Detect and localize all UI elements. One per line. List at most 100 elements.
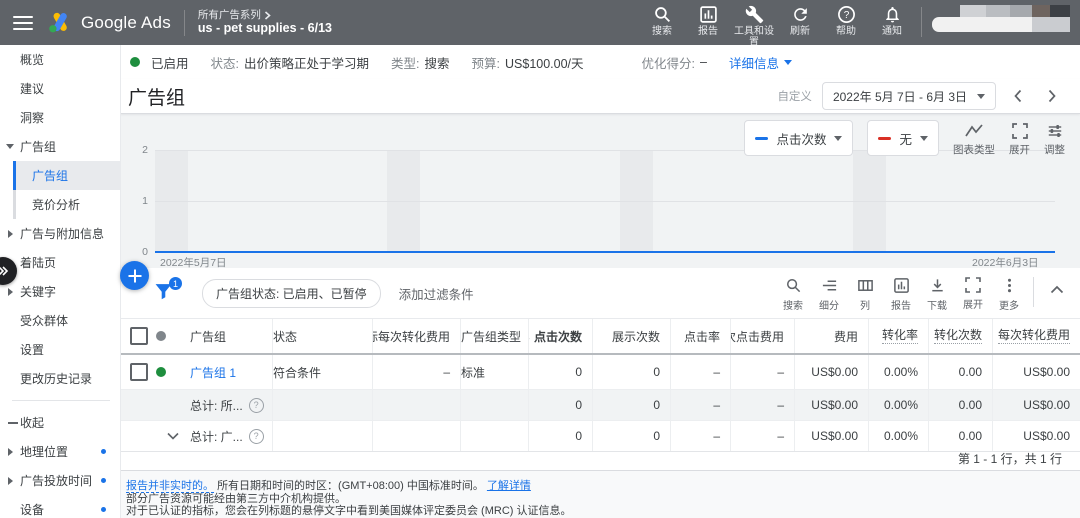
sidebar-item-label: 设备 — [20, 501, 44, 518]
sidebar-item-ad-groups[interactable]: 广告组 — [13, 161, 120, 190]
sidebar-item-recommendations[interactable]: 建议 — [0, 74, 120, 103]
header-cost[interactable]: 费用 — [794, 319, 868, 353]
table-row[interactable]: 广告组 1 符合条件 – 标准 0 0 – – US$0.00 0.00% 0.… — [120, 355, 1080, 390]
chart-expand-button[interactable]: 展开 — [1009, 120, 1030, 157]
details-link[interactable]: 详细信息 — [729, 53, 779, 72]
select-all-checkbox[interactable] — [130, 327, 148, 345]
expand-icon — [965, 277, 981, 293]
download-label: 下载 — [927, 297, 947, 312]
reports-icon — [699, 5, 718, 24]
chevron-down-icon[interactable] — [784, 60, 792, 65]
tools-settings-button[interactable]: 工具和设置 — [731, 5, 777, 46]
google-ads-logo[interactable]: Google Ads — [47, 11, 171, 34]
breadcrumb-current[interactable]: us - pet supplies - 6/13 — [198, 21, 332, 36]
sidebar-item-label: 设置 — [20, 341, 44, 358]
header-status[interactable]: 状态 — [272, 319, 372, 353]
sidebar-item-keywords[interactable]: 关键字 — [0, 277, 120, 306]
ad-group-link[interactable]: 广告组 1 — [190, 364, 236, 381]
sidebar-item-insights[interactable]: 洞察 — [0, 103, 120, 132]
header-cost-per-conv[interactable]: 每次转化费用 — [992, 319, 1080, 353]
sidebar-item-audiences[interactable]: 受众群体 — [0, 306, 120, 335]
sidebar-group-ad-groups[interactable]: 广告组 — [0, 132, 120, 161]
segment-icon — [821, 277, 838, 294]
chart-type-button[interactable]: 图表类型 — [953, 120, 995, 157]
help-circle-icon[interactable]: ? — [249, 429, 264, 444]
caret-down-icon — [834, 136, 842, 141]
footnote-line1: 报告并非实时的。 所有日期和时间的时区：(GMT+08:00) 中国标准时间。 … — [126, 480, 1080, 493]
header-ctr[interactable]: 点击率 — [670, 319, 730, 353]
next-period-button[interactable] — [1040, 84, 1064, 108]
columns-button[interactable]: 列 — [847, 275, 883, 312]
caret-down-icon — [977, 94, 985, 99]
breadcrumb[interactable]: 所有广告系列 us - pet supplies - 6/13 — [198, 9, 332, 37]
chart-adjust-button[interactable]: 调整 — [1044, 120, 1065, 157]
filter-count-badge: 1 — [169, 277, 182, 290]
sidebar-collapse-button[interactable]: 收起 — [0, 408, 120, 437]
cell-type: 标准 — [460, 355, 528, 389]
metric1-select[interactable]: 点击次数 — [744, 120, 853, 156]
more-button[interactable]: 更多 — [991, 275, 1027, 312]
total-clicks: 0 — [528, 390, 592, 420]
search-icon — [653, 5, 672, 24]
ads-logo-icon — [47, 11, 73, 34]
segment-button[interactable]: 细分 — [811, 275, 847, 312]
table-search-label: 搜索 — [783, 297, 803, 312]
metric2-value: 无 — [899, 129, 912, 148]
header-clicks-sorted[interactable]: ↓点击次数 — [528, 319, 592, 353]
cell-status: 符合条件 — [272, 355, 372, 389]
learn-more-link[interactable]: 了解详情 — [487, 480, 531, 492]
help-circle-icon[interactable]: ? — [249, 398, 264, 413]
metric2-select[interactable]: 无 — [867, 120, 939, 156]
table-header-row: 广告组 状态 目标每次转化费用 广告组类型 ↓点击次数 展示次数 点击率 平均每… — [120, 318, 1080, 355]
reports-button[interactable]: 报告 — [685, 5, 731, 37]
date-range-selector[interactable]: 2022年 5月 7日 - 6月 3日 — [822, 82, 996, 110]
x-axis-start-label: 2022年5月7日 — [160, 255, 227, 268]
sidebar-item-devices[interactable]: 设备 — [0, 495, 120, 518]
filter-button[interactable]: 1 — [154, 282, 176, 304]
notifications-label: 通知 — [870, 26, 914, 37]
header-target-cpa[interactable]: 目标每次转化费用 — [372, 319, 460, 353]
collapse-table-button[interactable] — [1042, 275, 1072, 305]
sidebar-item-change-history[interactable]: 更改历史记录 — [0, 364, 120, 393]
date-range-value: 2022年 5月 7日 - 6月 3日 — [833, 88, 967, 105]
filter-chip[interactable]: 广告组状态: 已启用、已暂停 — [202, 279, 381, 308]
header-ad-group[interactable]: 广告组 — [190, 319, 272, 353]
row-checkbox[interactable] — [130, 363, 148, 381]
table-search-button[interactable]: 搜索 — [775, 275, 811, 312]
notification-dot — [101, 507, 106, 512]
sidebar-item-settings[interactable]: 设置 — [0, 335, 120, 364]
brand-text: Google Ads — [81, 13, 171, 33]
notifications-button[interactable]: 通知 — [869, 5, 915, 37]
sidebar-item-ads-extensions[interactable]: 广告与附加信息 — [0, 219, 120, 248]
refresh-button[interactable]: 刷新 — [777, 5, 823, 37]
add-filter-button[interactable]: 添加过滤条件 — [399, 284, 474, 303]
header-conv-rate[interactable]: 转化率 — [868, 319, 928, 353]
header-conversions[interactable]: 转化次数 — [928, 319, 992, 353]
download-button[interactable]: 下载 — [919, 275, 955, 312]
add-button[interactable] — [120, 261, 149, 290]
refresh-icon — [791, 5, 810, 24]
sidebar-item-auction-insights[interactable]: 竞价分析 — [13, 190, 120, 219]
account-info-blurred[interactable] — [932, 5, 1070, 33]
help-button[interactable]: ? 帮助 — [823, 5, 869, 37]
y-axis-tick: 0 — [120, 246, 148, 258]
previous-period-button[interactable] — [1006, 84, 1030, 108]
series-color-swatch — [755, 137, 768, 140]
table-expand-button[interactable]: 展开 — [955, 275, 991, 311]
budget-label: 预算: — [472, 53, 500, 72]
chevron-down-icon[interactable] — [167, 432, 179, 440]
not-realtime-link[interactable]: 报告并非实时的。 — [126, 480, 214, 493]
breadcrumb-parent[interactable]: 所有广告系列 — [198, 9, 261, 22]
sidebar-item-ad-schedule[interactable]: 广告投放时间 — [0, 466, 120, 495]
header-impressions[interactable]: 展示次数 — [592, 319, 670, 353]
header-type[interactable]: 广告组类型 — [460, 319, 528, 353]
menu-icon[interactable] — [13, 16, 33, 30]
table-reports-button[interactable]: 报告 — [883, 275, 919, 312]
cell-avg-cpc: – — [730, 355, 794, 389]
sidebar-item-locations[interactable]: 地理位置 — [0, 437, 120, 466]
header-avg-cpc[interactable]: 平均每次点击费用 — [730, 319, 794, 353]
chevron-right-icon — [8, 477, 13, 485]
sidebar-item-landing-pages[interactable]: 着陆页 — [0, 248, 120, 277]
search-button[interactable]: 搜索 — [639, 5, 685, 37]
sidebar-item-overview[interactable]: 概览 — [0, 45, 120, 74]
